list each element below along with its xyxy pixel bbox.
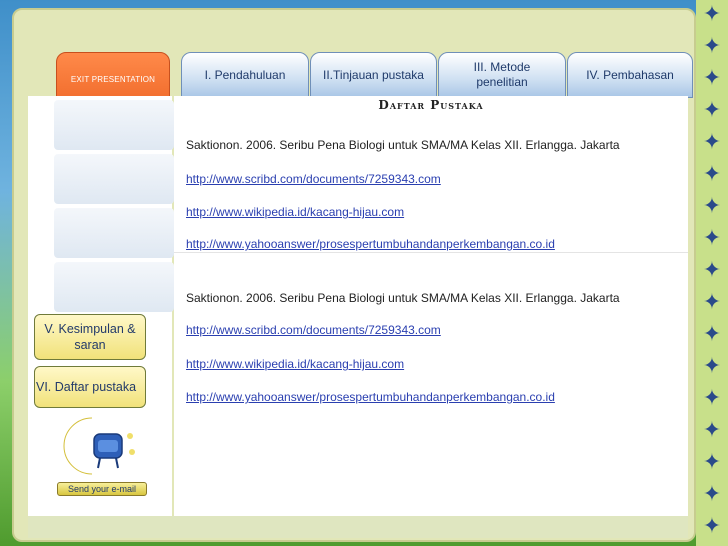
page-title: Daftar Pustaka bbox=[378, 98, 484, 112]
sidebar-item-label: VI. Daftar pustaka bbox=[36, 380, 137, 394]
send-email-label: Send your e-mail bbox=[67, 484, 137, 494]
content-panel: Daftar Pustaka Saktionon. 2006. Seribu P… bbox=[174, 96, 688, 516]
sidebar-blank-slot bbox=[54, 100, 174, 150]
exit-presentation-label: EXIT PRESENTATION bbox=[70, 74, 156, 84]
sidebar-blank-slot bbox=[54, 262, 174, 312]
reference-link[interactable]: http://www.yahooanswer/prosespertumbuhan… bbox=[186, 390, 555, 404]
tab-metode-penelitian[interactable]: III. Metode penelitian bbox=[438, 52, 566, 98]
sidebar-blank-slot bbox=[54, 208, 174, 258]
star-icon: ✦ bbox=[702, 162, 722, 187]
star-icon: ✦ bbox=[702, 34, 722, 59]
divider bbox=[174, 252, 688, 253]
send-email-button[interactable]: Send your e-mail bbox=[57, 482, 147, 496]
sidebar-blank-slot bbox=[54, 154, 174, 204]
star-icon: ✦ bbox=[702, 130, 722, 155]
star-icon: ✦ bbox=[702, 322, 722, 347]
star-icon: ✦ bbox=[702, 66, 722, 91]
reference-link[interactable]: http://www.wikipedia.id/kacang-hijau.com bbox=[186, 357, 404, 371]
star-icon: ✦ bbox=[702, 194, 722, 219]
star-icon: ✦ bbox=[702, 2, 722, 27]
tab-label: II.Tinjauan pustaka bbox=[323, 67, 424, 82]
mailbox-icon[interactable] bbox=[58, 412, 148, 478]
star-icon: ✦ bbox=[702, 450, 722, 475]
reference-link[interactable]: http://www.wikipedia.id/kacang-hijau.com bbox=[186, 205, 404, 219]
reference-book: Saktionon. 2006. Seribu Pena Biologi unt… bbox=[186, 138, 620, 152]
star-icon: ✦ bbox=[702, 514, 722, 539]
tab-pendahuluan[interactable]: I. Pendahuluan bbox=[181, 52, 309, 98]
tab-tinjauan-pustaka[interactable]: II.Tinjauan pustaka bbox=[310, 52, 437, 98]
star-icon: ✦ bbox=[702, 386, 722, 411]
star-icon: ✦ bbox=[702, 354, 722, 379]
reference-link[interactable]: http://www.yahooanswer/prosespertumbuhan… bbox=[186, 237, 555, 251]
bottom-strip bbox=[28, 516, 688, 538]
star-border-strip: ✦ ✦ ✦ ✦ ✦ ✦ ✦ ✦ ✦ ✦ ✦ ✦ ✦ ✦ ✦ ✦ ✦ bbox=[696, 0, 728, 546]
sidebar-item-daftar-pustaka[interactable]: VI. Daftar pustaka bbox=[34, 366, 146, 408]
tab-label: III. Metode penelitian bbox=[473, 60, 531, 89]
reference-link[interactable]: http://www.scribd.com/documents/7259343.… bbox=[186, 172, 441, 186]
sidebar-item-kesimpulan[interactable]: V. Kesimpulan & saran bbox=[34, 314, 146, 360]
tab-label: I. Pendahuluan bbox=[204, 67, 286, 82]
reference-link[interactable]: http://www.scribd.com/documents/7259343.… bbox=[186, 323, 441, 337]
tab-pembahasan[interactable]: IV. Pembahasan bbox=[567, 52, 693, 98]
star-icon: ✦ bbox=[702, 98, 722, 123]
tab-label: IV. Pembahasan bbox=[586, 67, 674, 82]
star-icon: ✦ bbox=[702, 482, 722, 507]
star-icon: ✦ bbox=[702, 418, 722, 443]
star-icon: ✦ bbox=[702, 290, 722, 315]
star-icon: ✦ bbox=[702, 258, 722, 283]
star-icon: ✦ bbox=[702, 226, 722, 251]
sidebar-item-label: V. Kesimpulan & saran bbox=[44, 322, 136, 352]
reference-book: Saktionon. 2006. Seribu Pena Biologi unt… bbox=[186, 291, 620, 305]
